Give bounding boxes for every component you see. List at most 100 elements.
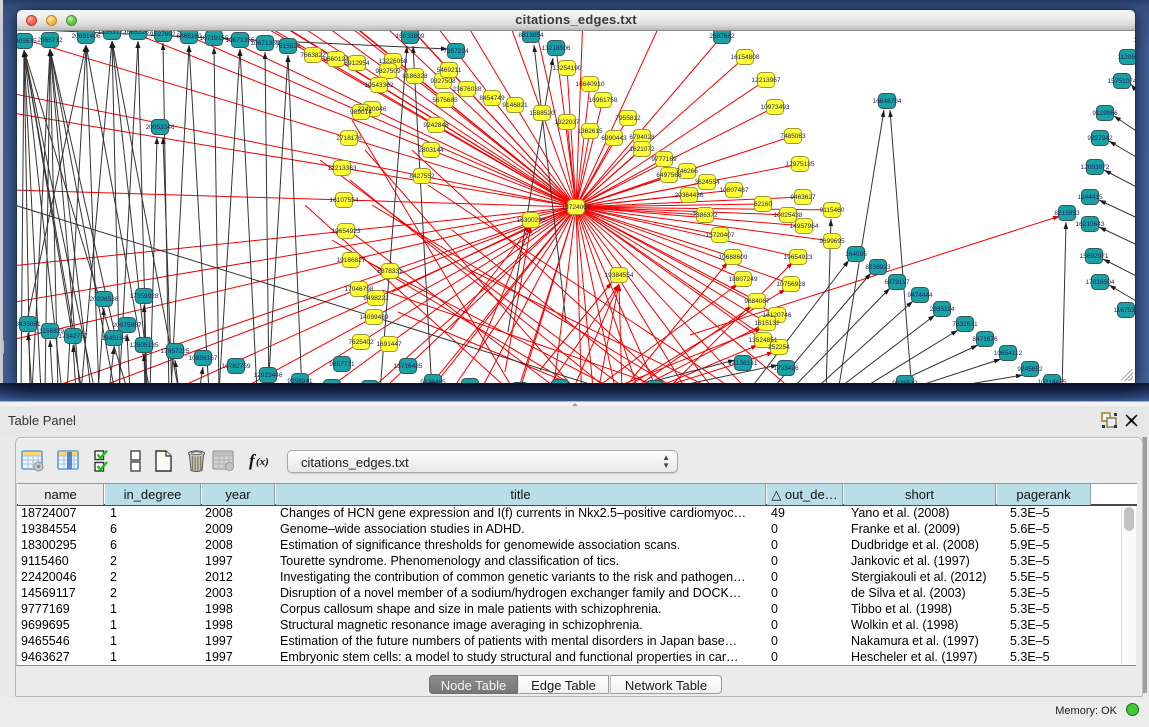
svg-text:9146821: 9146821 — [502, 102, 528, 109]
svg-text:9035512: 9035512 — [892, 380, 918, 383]
svg-text:8427552: 8427552 — [409, 173, 435, 180]
svg-text:17016504: 17016504 — [1086, 279, 1115, 286]
svg-text:5675685: 5675685 — [432, 97, 458, 104]
svg-text:2803144: 2803144 — [418, 147, 444, 154]
svg-text:6497568: 6497568 — [656, 172, 682, 179]
svg-text:9684067: 9684067 — [744, 298, 770, 305]
svg-text:13254190: 13254190 — [553, 65, 582, 72]
svg-text:9474444: 9474444 — [907, 292, 933, 299]
svg-text:8912954: 8912954 — [344, 60, 370, 67]
svg-text:1691447: 1691447 — [376, 341, 402, 348]
svg-text:10025438: 10025438 — [774, 212, 803, 219]
svg-text:8938923: 8938923 — [865, 264, 891, 271]
svg-text:20691406: 20691406 — [72, 33, 101, 40]
svg-text:14099489: 14099489 — [360, 314, 389, 321]
svg-text:9777169: 9777169 — [651, 156, 677, 163]
svg-text:1733426: 1733426 — [773, 365, 799, 372]
svg-text:18724007: 18724007 — [562, 204, 591, 211]
svg-text:9827509: 9827509 — [375, 68, 401, 75]
svg-text:12505135: 12505135 — [130, 342, 159, 349]
svg-text:2718176: 2718176 — [336, 135, 362, 142]
svg-text:8471676: 8471676 — [972, 336, 998, 343]
svg-text:9358941: 9358941 — [287, 378, 313, 383]
svg-text:9242848: 9242848 — [423, 122, 449, 129]
svg-text:13226058: 13226058 — [379, 58, 408, 65]
svg-text:15692971: 15692971 — [1080, 253, 1109, 260]
svg-text:10973493: 10973493 — [761, 104, 790, 111]
svg-text:1588520: 1588520 — [529, 110, 555, 117]
svg-text:17342737: 17342737 — [59, 333, 88, 340]
svg-text:12093872: 12093872 — [1081, 164, 1110, 171]
svg-text:17957225: 17957225 — [161, 348, 190, 355]
svg-text:8435061: 8435061 — [17, 321, 41, 328]
svg-text:10807487: 10807487 — [720, 187, 749, 194]
svg-text:8215953: 8215953 — [1054, 210, 1080, 217]
svg-text:15751074: 15751074 — [1108, 78, 1135, 85]
svg-text:15720407: 15720407 — [706, 232, 735, 239]
svg-text:16107554: 16107554 — [330, 197, 359, 204]
svg-text:7357224: 7357224 — [443, 48, 469, 55]
svg-text:18807249: 18807249 — [729, 276, 758, 283]
svg-text:7386372: 7386372 — [692, 212, 718, 219]
svg-text:18353172: 18353172 — [98, 31, 127, 36]
svg-text:7515526: 7515526 — [275, 43, 301, 50]
svg-text:16154808: 16154808 — [731, 54, 760, 61]
svg-text:8878331: 8878331 — [377, 268, 403, 275]
svg-text:9115460: 9115460 — [820, 207, 845, 214]
svg-text:15716485: 15716485 — [394, 363, 423, 370]
svg-text:1621072: 1621072 — [629, 146, 655, 153]
svg-text:112061: 112061 — [1133, 37, 1135, 44]
svg-text:10653267: 10653267 — [124, 31, 153, 36]
svg-text:14957964: 14957964 — [790, 223, 819, 230]
svg-text:1345194: 1345194 — [101, 335, 127, 342]
svg-text:7955812: 7955812 — [615, 115, 641, 122]
svg-text:20364436: 20364436 — [675, 192, 704, 199]
svg-text:6794028: 6794028 — [629, 134, 655, 141]
svg-text:1905575: 1905575 — [17, 38, 37, 45]
svg-text:16033809: 16033809 — [396, 33, 425, 40]
svg-text:19166827: 19166827 — [337, 257, 366, 264]
svg-text:19654923: 19654923 — [784, 254, 813, 261]
svg-text:18640910: 18640910 — [576, 81, 605, 88]
svg-text:10688609: 10688609 — [719, 254, 748, 261]
svg-text:19384554: 19384554 — [605, 272, 634, 279]
svg-text:10543362: 10543362 — [365, 82, 394, 89]
svg-text:20975887: 20975887 — [113, 322, 142, 329]
svg-text:8813054: 8813054 — [518, 32, 544, 39]
svg-text:16648784: 16648784 — [873, 98, 902, 105]
svg-text:16782759: 16782759 — [222, 363, 251, 370]
svg-text:18300295: 18300295 — [517, 217, 546, 224]
svg-text:14136141: 14136141 — [729, 360, 758, 367]
svg-text:9463627: 9463627 — [790, 194, 816, 201]
svg-text:8454749: 8454749 — [479, 95, 505, 102]
svg-text:9129966: 9129966 — [1092, 110, 1118, 117]
svg-text:12213383: 12213383 — [328, 165, 357, 172]
svg-text:112061: 112061 — [1117, 54, 1135, 61]
svg-text:12213967: 12213967 — [752, 77, 781, 84]
svg-text:9327508: 9327508 — [430, 78, 456, 85]
svg-text:10756928: 10756928 — [777, 281, 806, 288]
svg-text:1615132: 1615132 — [754, 320, 780, 327]
svg-text:12923446: 12923446 — [254, 372, 283, 379]
svg-text:9227342: 9227342 — [1087, 135, 1113, 142]
svg-text:16210643: 16210643 — [1076, 221, 1105, 228]
svg-text:2935114: 2935114 — [930, 306, 955, 313]
svg-text:7625402: 7625402 — [348, 339, 374, 346]
svg-text:(x): (x) — [256, 456, 269, 468]
svg-text:20206536: 20206536 — [90, 296, 119, 303]
svg-text:13218506: 13218506 — [542, 45, 571, 52]
svg-text:6990443: 6990443 — [601, 135, 627, 142]
svg-text:164095: 164095 — [845, 251, 867, 258]
svg-text:5469211: 5469211 — [437, 67, 462, 74]
svg-text:62160: 62160 — [754, 201, 772, 208]
svg-text:7632621: 7632621 — [952, 321, 978, 328]
svg-text:1167533: 1167533 — [1114, 307, 1135, 314]
svg-text:9857771: 9857771 — [329, 361, 355, 368]
svg-text:16120746: 16120746 — [763, 312, 792, 319]
svg-text:10214475: 10214475 — [1038, 379, 1067, 383]
svg-text:9136485: 9136485 — [420, 379, 446, 383]
svg-text:10719155: 10719155 — [200, 35, 229, 42]
svg-text:6879197: 6879197 — [884, 279, 910, 286]
svg-text:12975135: 12975135 — [786, 161, 815, 168]
svg-text:16961758: 16961758 — [589, 97, 618, 104]
